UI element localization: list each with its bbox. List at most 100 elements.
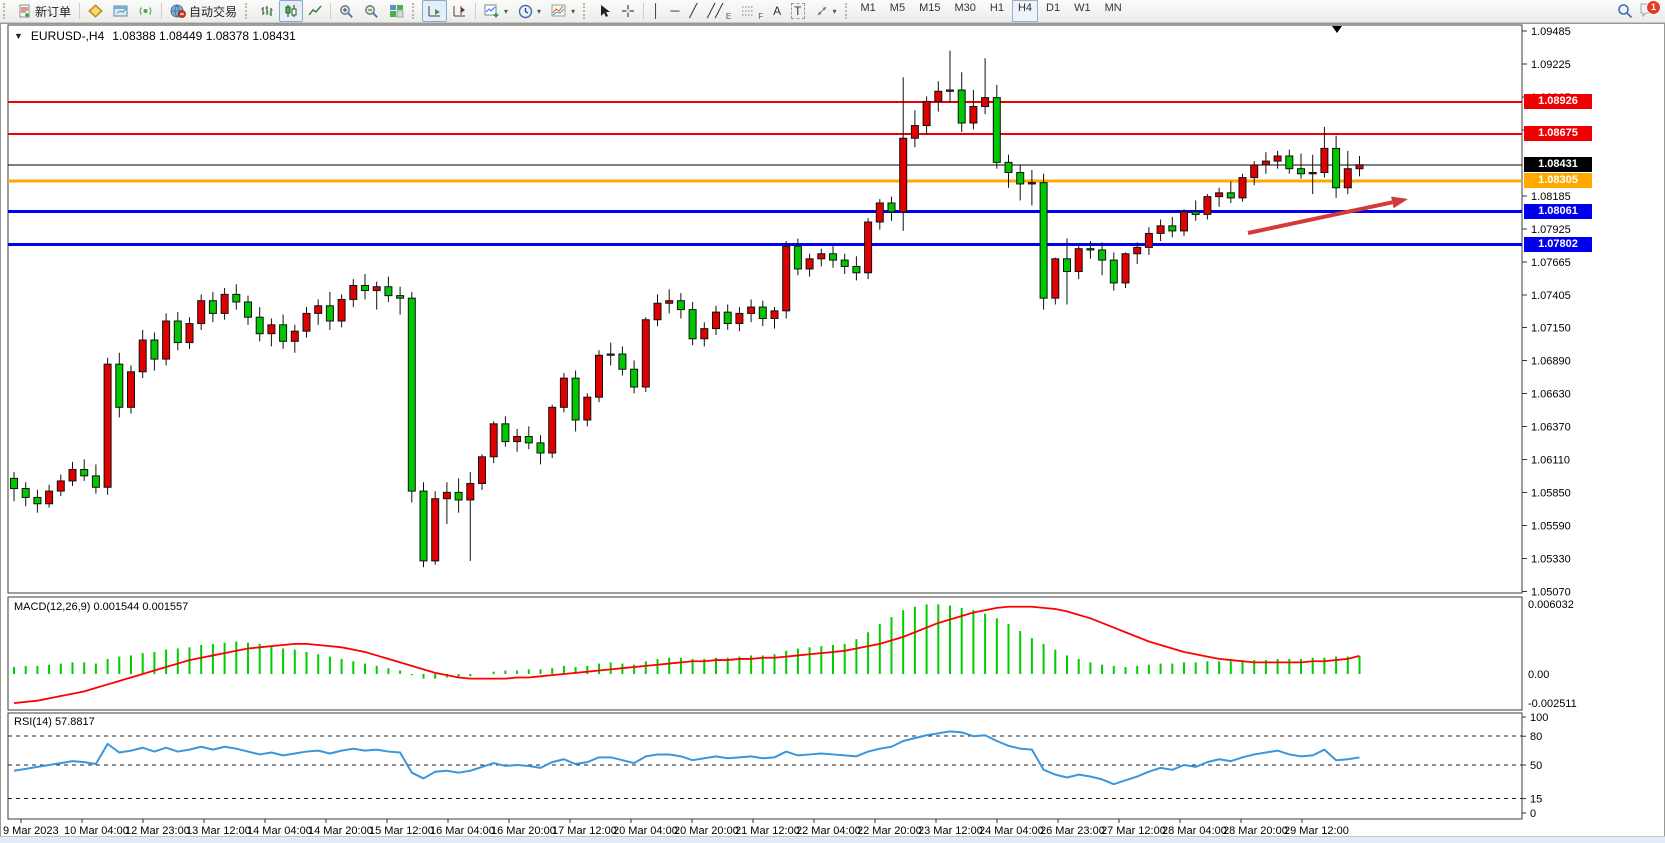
candle-body (408, 298, 415, 491)
quotes-button[interactable] (83, 0, 108, 22)
candlestick-chart-button[interactable] (279, 0, 303, 22)
text-tool[interactable]: A (768, 0, 786, 22)
timeframe-M15[interactable]: M15 (913, 0, 946, 22)
channel-tool[interactable]: ╱╱E (702, 0, 736, 22)
add-indicator-caret: ▾ (504, 7, 508, 16)
chart-window[interactable]: 1.094851.092251.089651.087051.081851.079… (0, 22, 1665, 843)
level-badge: 1.08061 (1524, 204, 1592, 219)
timeframe-M5[interactable]: M5 (884, 0, 911, 22)
candle-body (128, 372, 135, 408)
timeframe-W1[interactable]: W1 (1068, 0, 1097, 22)
rsi-axis-label: 15 (1530, 794, 1542, 806)
candle-body (537, 443, 544, 453)
candle-body (1099, 250, 1106, 260)
candle-body (151, 340, 158, 359)
price-tick-label: 1.09485 (1531, 26, 1571, 38)
diamond-icon (88, 4, 103, 18)
candle-body (748, 307, 755, 313)
candle-body (186, 324, 193, 343)
zoom-in-icon (339, 4, 354, 19)
candle-body (1040, 183, 1047, 298)
macd-label: MACD(12,26,9) 0.001544 0.001557 (14, 601, 188, 613)
candle-body (514, 437, 521, 442)
tile-windows-icon (389, 4, 404, 18)
crosshair-tool-button[interactable] (616, 0, 640, 22)
candle-body (982, 98, 989, 107)
price-tick-label: 1.07405 (1531, 290, 1571, 302)
horizontal-line-tool[interactable]: ─ (665, 0, 684, 22)
candle-body (1262, 161, 1269, 165)
timeframe-H4[interactable]: H4 (1012, 0, 1038, 22)
timeframe-M30[interactable]: M30 (948, 0, 981, 22)
candle-body (490, 424, 497, 457)
candle-body (619, 354, 626, 369)
new-order-button[interactable]: 新订单 (13, 0, 76, 22)
chat-button[interactable]: 1 (1639, 2, 1659, 20)
collapse-icon[interactable]: ▼ (14, 31, 23, 41)
text-label-tool[interactable]: T (786, 0, 809, 22)
zoom-out-button[interactable] (359, 0, 384, 22)
chart-shift-button[interactable] (447, 0, 472, 22)
tile-windows-button[interactable] (384, 0, 409, 22)
candle-body (432, 499, 439, 561)
bar-chart-button[interactable] (255, 0, 279, 22)
cursor-tool-button[interactable] (593, 0, 616, 22)
candle-body (689, 310, 696, 339)
timeframe-MN[interactable]: MN (1099, 0, 1128, 22)
candle-body (724, 312, 731, 323)
search-icon[interactable] (1617, 3, 1633, 19)
autotrading-button[interactable]: 自动交易 (165, 0, 242, 22)
toolbar-drag-handle[interactable] (3, 3, 10, 19)
candle-body (911, 126, 918, 139)
candle-body (46, 491, 53, 504)
candle-body (198, 301, 205, 324)
zoom-in-button[interactable] (334, 0, 359, 22)
navigator-button[interactable] (108, 0, 133, 22)
trendline-icon: ╱ (689, 4, 697, 18)
timeframe-H1[interactable]: H1 (984, 0, 1010, 22)
signals-button[interactable] (133, 0, 158, 22)
candle-body (1028, 183, 1035, 184)
candle-body (1286, 156, 1293, 169)
ohlc-values: 1.08388 1.08449 1.08378 1.08431 (112, 29, 296, 43)
macd-pane (8, 597, 1522, 710)
candle-body (596, 355, 603, 397)
candle-body (947, 90, 954, 91)
candle-body (806, 259, 813, 269)
candle-body (794, 246, 801, 269)
templates-button[interactable]: ▾ (546, 0, 580, 22)
candle-body (759, 307, 766, 318)
timeframe-D1[interactable]: D1 (1040, 0, 1066, 22)
candle-body (81, 470, 88, 476)
auto-scroll-button[interactable] (422, 0, 447, 22)
candle-body (958, 90, 965, 123)
rsi-pane (8, 713, 1522, 819)
level-badge: 1.08926 (1524, 94, 1592, 109)
candle-body (291, 331, 298, 341)
rsi-axis-label: 0 (1530, 808, 1536, 820)
candle-body (830, 254, 837, 260)
price-tick-label: 1.05330 (1531, 553, 1571, 565)
candle-body (467, 483, 474, 499)
add-indicator-icon (484, 4, 500, 18)
candle-body (362, 285, 369, 290)
timeframe-M1[interactable]: M1 (855, 0, 882, 22)
trendline-tool[interactable]: ╱ (684, 0, 702, 22)
add-indicator-button[interactable]: ▾ (479, 0, 513, 22)
candle-body (256, 317, 263, 333)
candle-body (584, 397, 591, 420)
arrows-tool[interactable]: ▾ (810, 0, 842, 22)
chart-canvas[interactable]: 1.094851.092251.089651.087051.081851.079… (0, 23, 1665, 843)
line-chart-button[interactable] (303, 0, 327, 22)
price-tick-label: 1.06890 (1531, 355, 1571, 367)
candle-body (841, 260, 848, 266)
fibonacci-tool[interactable]: F (736, 0, 768, 22)
vertical-line-tool[interactable]: │ (647, 0, 665, 22)
candle-body (209, 301, 216, 314)
candle-body (549, 407, 556, 453)
clock-icon (518, 4, 533, 19)
candle-body (34, 497, 41, 503)
candle-body (163, 321, 170, 359)
candle-body (1157, 226, 1164, 234)
periods-button[interactable]: ▾ (513, 0, 546, 22)
